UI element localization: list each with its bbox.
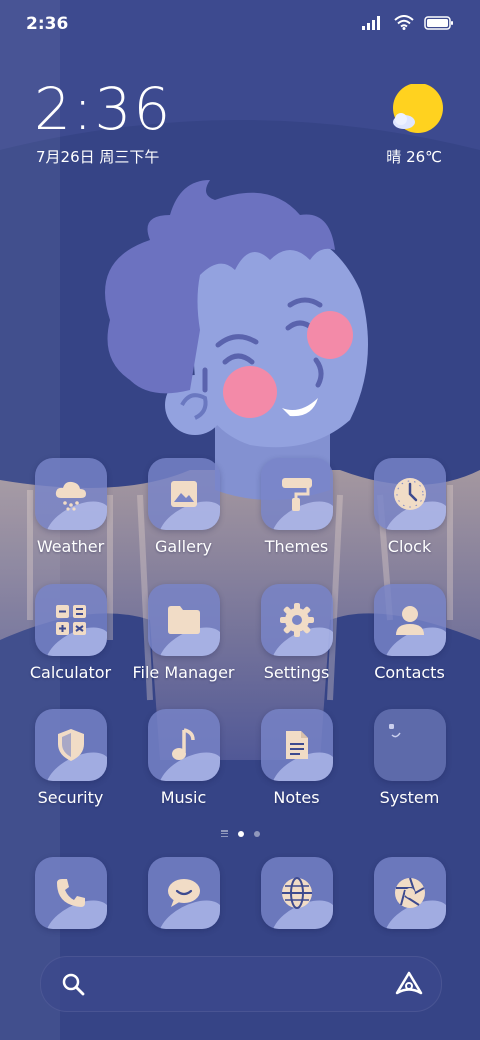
app-icon (260, 709, 333, 781)
dock-browser[interactable] (240, 857, 353, 929)
folder-contents-icon (388, 724, 401, 738)
folder-icon (373, 709, 446, 781)
app-icon (147, 857, 220, 929)
search-icon[interactable] (61, 972, 85, 996)
app-icon (260, 584, 333, 656)
app-icon (373, 857, 446, 929)
app-notes[interactable]: Notes (240, 709, 353, 807)
page-dot-active[interactable] (237, 830, 244, 837)
app-calculator[interactable]: Calculator (14, 584, 127, 682)
app-system-folder[interactable]: System (353, 709, 466, 807)
app-icon (373, 458, 446, 530)
app-themes[interactable]: Themes (240, 458, 353, 556)
app-label: Music (160, 788, 207, 807)
gear-icon (279, 603, 314, 637)
status-time: 2:36 (26, 14, 69, 34)
weather-cloud-icon (55, 481, 86, 511)
weather-widget-text[interactable]: 晴 26℃ (386, 146, 442, 167)
browser-globe-icon (281, 877, 312, 909)
app-icon (34, 584, 107, 656)
status-icons (362, 15, 454, 30)
app-icon (147, 584, 220, 656)
app-icon (34, 458, 107, 530)
app-security[interactable]: Security (14, 709, 127, 807)
app-label: Calculator (29, 663, 112, 682)
app-icon (34, 709, 107, 781)
app-label: Notes (273, 788, 320, 807)
app-label: Security (37, 788, 104, 807)
clock-widget-time[interactable]: 2:36 (34, 76, 172, 142)
dock-phone[interactable] (14, 857, 127, 929)
page-indicator[interactable] (0, 830, 480, 837)
page-list-icon[interactable] (220, 830, 228, 837)
page-dot[interactable] (253, 830, 260, 837)
app-gallery[interactable]: Gallery (127, 458, 240, 556)
phone-icon (56, 879, 85, 907)
app-file-manager[interactable]: File Manager (127, 584, 240, 682)
music-note-icon (171, 728, 195, 760)
status-bar: 2:36 (0, 0, 480, 50)
shield-icon (57, 729, 84, 761)
app-label: Settings (263, 663, 330, 682)
signal-icon (362, 15, 380, 30)
clock-icon (393, 478, 426, 510)
dock-camera[interactable] (353, 857, 466, 929)
app-icon (147, 458, 220, 530)
app-weather[interactable]: Weather (14, 458, 127, 556)
person-icon (395, 606, 424, 635)
app-icon (260, 857, 333, 929)
camera-aperture-icon (394, 877, 425, 908)
wifi-icon (394, 15, 414, 30)
app-label: Weather (36, 537, 105, 556)
assistant-icon[interactable] (395, 971, 423, 997)
note-icon (285, 731, 308, 759)
battery-icon (424, 15, 453, 30)
calculator-icon (55, 605, 86, 635)
app-label: Themes (264, 537, 329, 556)
gallery-icon (170, 481, 197, 507)
app-label: Gallery (155, 537, 212, 556)
message-icon (167, 879, 200, 907)
dock-messages[interactable] (127, 857, 240, 929)
app-label: System (379, 788, 440, 807)
app-icon (34, 857, 107, 929)
clock-widget-date[interactable]: 7月26日 周三下午 (36, 146, 159, 167)
app-icon (373, 584, 446, 656)
paint-roller-icon (281, 478, 312, 511)
app-label: File Manager (132, 663, 235, 682)
app-label: Clock (387, 537, 432, 556)
app-label: Contacts (374, 663, 445, 682)
folder-icon (167, 606, 200, 634)
app-icon (147, 709, 220, 781)
app-icon (260, 458, 333, 530)
app-music[interactable]: Music (127, 709, 240, 807)
app-settings[interactable]: Settings (240, 584, 353, 682)
app-contacts[interactable]: Contacts (353, 584, 466, 682)
search-bar[interactable] (40, 956, 442, 1012)
app-clock[interactable]: Clock (353, 458, 466, 556)
sunny-cloud-icon[interactable] (392, 84, 444, 136)
